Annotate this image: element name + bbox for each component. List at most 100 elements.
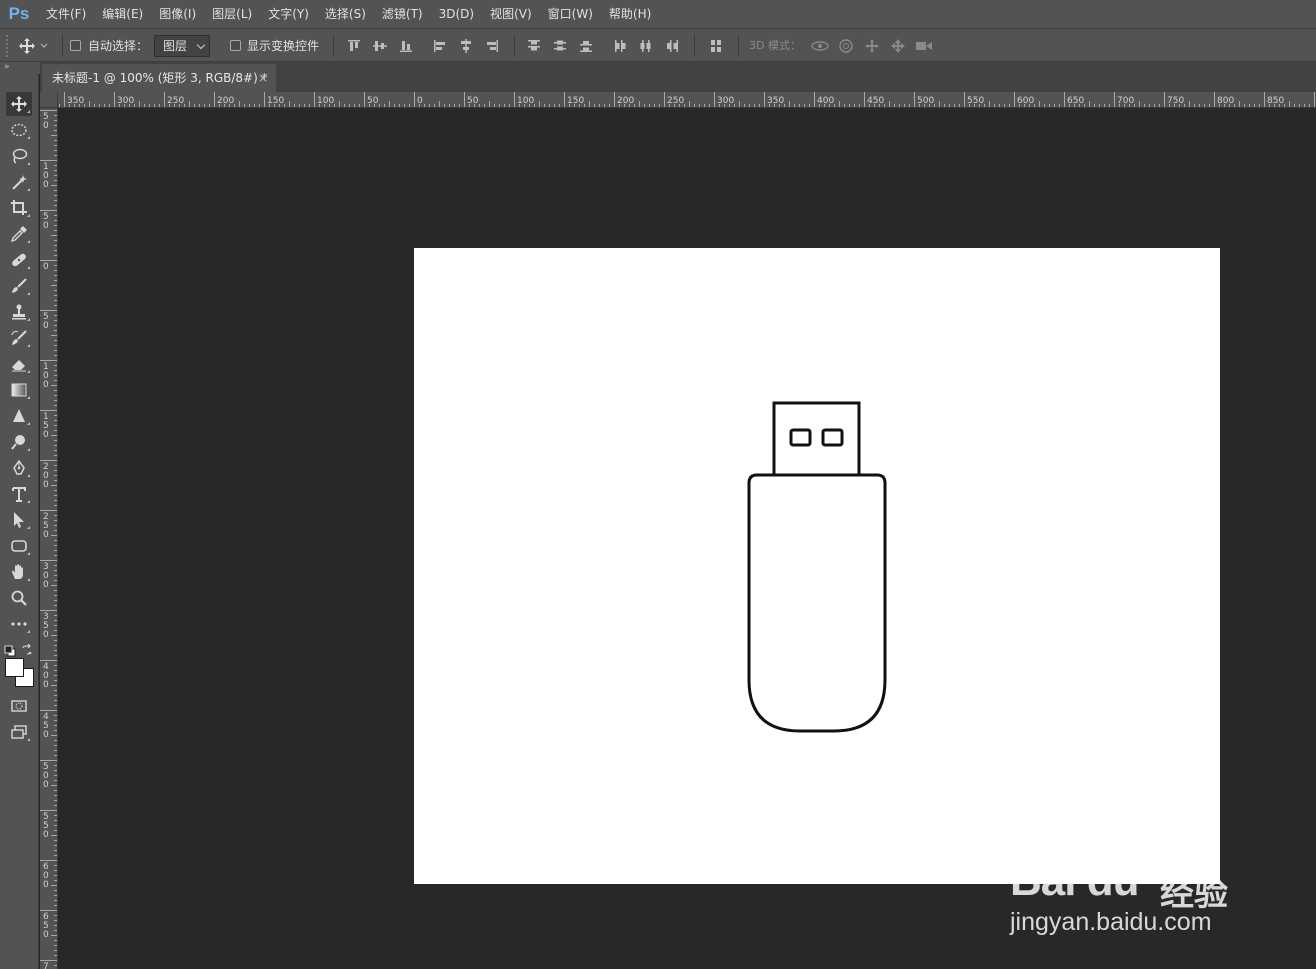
ruler-label: 0 — [43, 121, 49, 131]
3d-roll-icon[interactable] — [838, 38, 854, 54]
auto-select-checkbox[interactable] — [70, 40, 81, 51]
menu-image[interactable]: 图像(I) — [151, 0, 204, 28]
document-canvas[interactable] — [414, 248, 1220, 884]
usb-drive-drawing[interactable] — [414, 248, 1220, 884]
show-transform-label: 显示变换控件 — [247, 39, 320, 53]
rectangle-tool[interactable] — [6, 534, 32, 558]
menu-view[interactable]: 视图(V) — [482, 0, 540, 28]
ruler-label: 0 — [43, 630, 49, 640]
clone-stamp-tool[interactable] — [6, 300, 32, 324]
distribute-top-icon[interactable] — [526, 38, 542, 54]
distribute-left-icon[interactable] — [612, 38, 628, 54]
healing-brush-tool[interactable] — [6, 248, 32, 272]
distribute-horizontal-center-icon[interactable] — [638, 38, 654, 54]
ruler-origin[interactable] — [40, 92, 58, 108]
path-selection-tool[interactable] — [6, 508, 32, 532]
type-icon — [12, 487, 26, 502]
ruler-label: 50 — [367, 96, 379, 106]
menu-file[interactable]: 文件(F) — [38, 0, 94, 28]
horizontal-ruler[interactable]: 350 300 250 200 150 100 50 0 50 100 150 200 250 300 35… — [58, 92, 1316, 108]
hand-tool[interactable] — [6, 560, 32, 584]
ruler-label: 0 — [43, 880, 49, 890]
menu-help[interactable]: 帮助(H) — [601, 0, 659, 28]
align-left-icon[interactable] — [432, 38, 448, 54]
toolbar-collapse[interactable]: » — [0, 62, 40, 74]
menu-select[interactable]: 选择(S) — [317, 0, 374, 28]
align-vertical-center-icon[interactable] — [372, 38, 388, 54]
3d-scale-icon[interactable] — [914, 38, 934, 54]
3d-pan-icon[interactable] — [864, 38, 880, 54]
ruler-label: 300 — [117, 96, 134, 106]
swap-colors-icon[interactable] — [21, 641, 33, 655]
chevron-down-icon — [40, 43, 48, 48]
separator — [514, 35, 515, 57]
type-tool[interactable] — [6, 482, 32, 506]
ruler-label: 0 — [43, 430, 49, 440]
gradient-tool[interactable] — [6, 378, 32, 402]
auto-align-layers-icon[interactable] — [708, 38, 724, 54]
ruler-label: 250 — [667, 96, 684, 106]
options-grip[interactable] — [6, 35, 11, 57]
double-chevron-icon: » — [4, 62, 9, 72]
screen-mode-icon — [11, 725, 27, 739]
menu-3d[interactable]: 3D(D) — [431, 0, 482, 28]
magic-wand-tool[interactable] — [6, 170, 32, 194]
distribute-right-icon[interactable] — [664, 38, 680, 54]
ruler-label: 0 — [43, 830, 49, 840]
ruler-label: 0 — [43, 780, 49, 790]
menu-bar: Ps 文件(F) 编辑(E) 图像(I) 图层(L) 文字(Y) 选择(S) 滤… — [0, 0, 1316, 28]
blur-tool[interactable] — [6, 404, 32, 428]
align-right-icon[interactable] — [484, 38, 500, 54]
lasso-tool[interactable] — [6, 144, 32, 168]
tool-preset-picker[interactable] — [18, 35, 58, 57]
distribute-vertical-center-icon[interactable] — [552, 38, 568, 54]
show-transform-checkbox[interactable] — [230, 40, 241, 51]
menu-type[interactable]: 文字(Y) — [260, 0, 317, 28]
ruler-label: 7 — [43, 962, 49, 969]
bandage-icon — [12, 253, 26, 267]
zoom-tool[interactable] — [6, 586, 32, 610]
3d-orbit-icon[interactable] — [810, 38, 830, 54]
separator — [333, 35, 334, 57]
eraser-tool[interactable] — [6, 352, 32, 376]
close-icon[interactable]: × — [258, 64, 268, 92]
stamp-icon — [12, 304, 26, 320]
vertical-ruler-scale: 5010050050100150200250300350400450500550… — [40, 110, 57, 969]
menu-window[interactable]: 窗口(W) — [540, 0, 601, 28]
brush-tool[interactable] — [6, 274, 32, 298]
menu-edit[interactable]: 编辑(E) — [94, 0, 151, 28]
default-colors-icon[interactable] — [4, 642, 16, 657]
align-horizontal-center-icon[interactable] — [458, 38, 474, 54]
foreground-color-swatch[interactable] — [5, 658, 24, 677]
history-brush-tool[interactable] — [6, 326, 32, 350]
menu-items: 文件(F) 编辑(E) 图像(I) 图层(L) 文字(Y) 选择(S) 滤镜(T… — [38, 0, 659, 28]
auto-select-target-dropdown[interactable]: 图层 — [154, 35, 210, 57]
pen-tool[interactable] — [6, 456, 32, 480]
dodge-tool[interactable] — [6, 430, 32, 454]
crop-tool[interactable] — [6, 196, 32, 220]
ruler-label: 0 — [43, 680, 49, 690]
document-tab-bar: 未标题-1 @ 100% (矩形 3, RGB/8#) * × — [40, 62, 1316, 92]
align-bottom-icon[interactable] — [398, 38, 414, 54]
distribute-bottom-icon[interactable] — [578, 38, 594, 54]
usb-connector-hole-right — [821, 428, 844, 447]
move-tool[interactable] — [6, 92, 32, 116]
eyedropper-tool[interactable] — [6, 222, 32, 246]
3d-slide-icon[interactable] — [890, 38, 906, 54]
ruler-label: 350 — [767, 96, 784, 106]
menu-layer[interactable]: 图层(L) — [204, 0, 260, 28]
ruler-label: 0 — [43, 530, 49, 540]
ruler-label: 50 — [467, 96, 479, 106]
more-tools[interactable] — [6, 612, 32, 636]
menu-filter[interactable]: 滤镜(T) — [374, 0, 431, 28]
marquee-tool[interactable] — [6, 118, 32, 142]
quick-mask-mode[interactable] — [6, 694, 32, 718]
align-top-icon[interactable] — [346, 38, 362, 54]
crop-icon — [11, 200, 27, 215]
screen-mode[interactable] — [6, 720, 32, 744]
document-tab[interactable]: 未标题-1 @ 100% (矩形 3, RGB/8#) * × — [42, 64, 276, 92]
photoshop-logo: Ps — [8, 4, 30, 23]
ruler-label: 600 — [1017, 96, 1034, 106]
vertical-ruler[interactable]: 5010050050100150200250300350400450500550… — [40, 108, 58, 969]
usb-body-shape — [747, 473, 887, 733]
